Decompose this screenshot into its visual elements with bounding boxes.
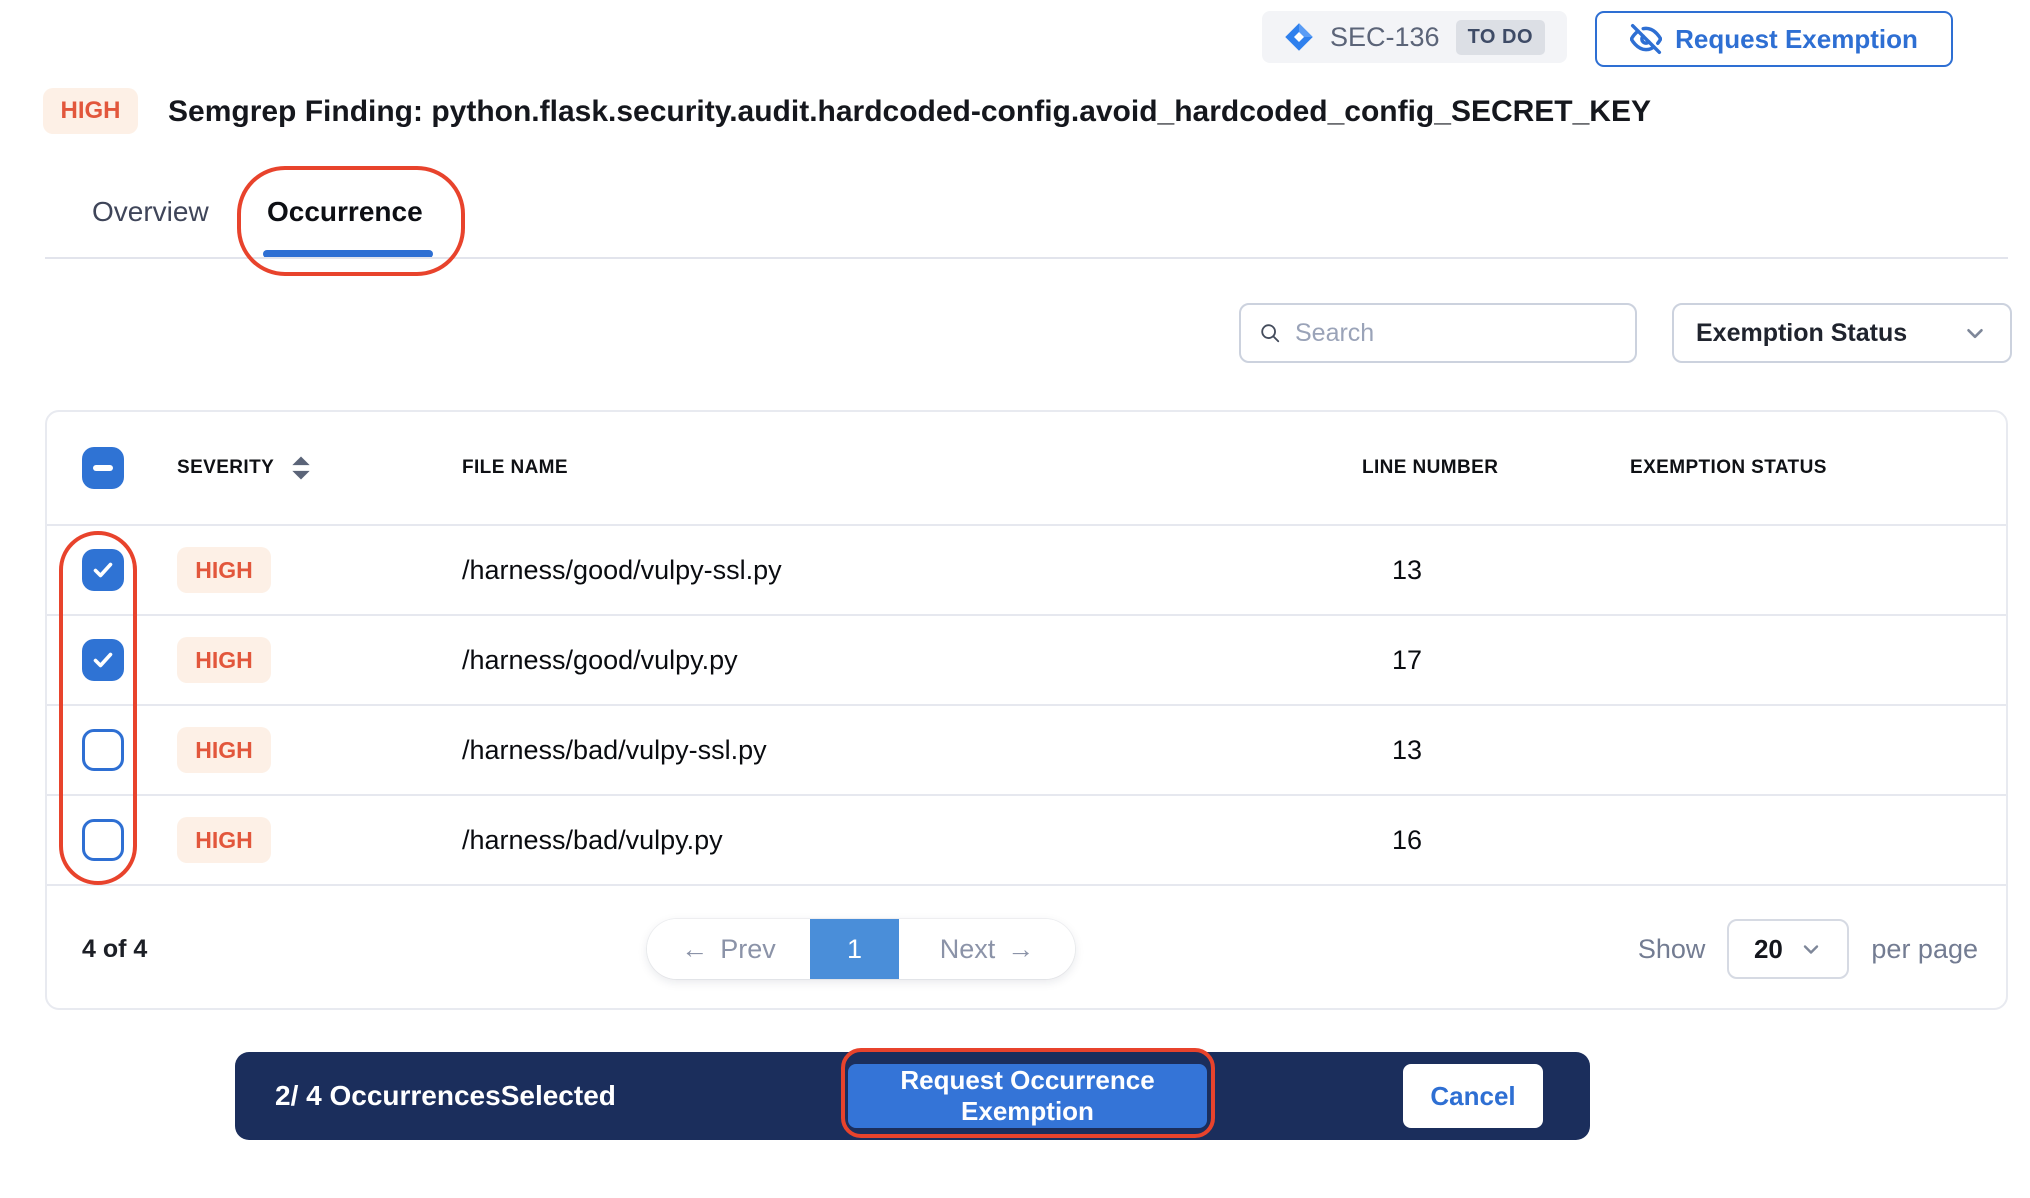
table-row: HIGH /harness/good/vulpy.py 17 xyxy=(47,614,2006,704)
table-header-row: SEVERITY FILE NAME LINE NUMBER EXEMPTION… xyxy=(47,412,2006,524)
selection-action-bar: 2/ 4 OccurrencesSelected Request Occurre… xyxy=(235,1052,1590,1140)
row-checkbox[interactable] xyxy=(82,549,124,591)
severity-badge: HIGH xyxy=(43,88,138,134)
request-exemption-label: Request Exemption xyxy=(1675,24,1918,55)
per-page-label: per page xyxy=(1871,934,1978,965)
jira-status-badge: TO DO xyxy=(1456,20,1545,55)
selection-count-label: 2/ 4 OccurrencesSelected xyxy=(275,1080,616,1112)
table-row: HIGH /harness/bad/vulpy-ssl.py 13 xyxy=(47,704,2006,794)
severity-badge: HIGH xyxy=(177,637,271,683)
exemption-status-filter-label: Exemption Status xyxy=(1696,319,1907,348)
column-header-file-name: FILE NAME xyxy=(462,457,568,478)
prev-label: Prev xyxy=(720,934,776,965)
tabs-divider xyxy=(45,257,2008,259)
eye-off-icon xyxy=(1630,23,1662,55)
line-number-cell: 16 xyxy=(1392,825,1422,855)
request-occurrence-exemption-button[interactable]: Request Occurrence Exemption xyxy=(848,1064,1207,1128)
next-label: Next xyxy=(940,934,996,965)
file-name-cell: /harness/bad/vulpy.py xyxy=(462,825,723,855)
line-number-cell: 13 xyxy=(1392,555,1422,585)
search-input-container[interactable] xyxy=(1239,303,1637,363)
next-page-button[interactable]: Next → xyxy=(899,919,1075,979)
tab-overview[interactable]: Overview xyxy=(92,196,209,228)
file-name-cell: /harness/bad/vulpy-ssl.py xyxy=(462,735,767,765)
line-number-cell: 17 xyxy=(1392,645,1422,675)
jira-ticket-badge[interactable]: SEC-136 TO DO xyxy=(1262,11,1567,63)
table-row: HIGH /harness/good/vulpy-ssl.py 13 xyxy=(47,524,2006,614)
chevron-down-icon xyxy=(1962,320,1988,346)
jira-icon xyxy=(1284,22,1314,52)
select-all-checkbox[interactable] xyxy=(82,447,124,489)
table-footer: 4 of 4 ← Prev 1 Next → Show 20 xyxy=(47,884,2006,1010)
current-page-button[interactable]: 1 xyxy=(810,919,899,979)
search-input[interactable] xyxy=(1295,319,1617,348)
column-header-severity[interactable]: SEVERITY xyxy=(177,457,274,479)
finding-details-page: SEC-136 TO DO Request Exemption HIGH Sem… xyxy=(0,0,2030,1198)
check-icon xyxy=(91,648,115,672)
severity-badge: HIGH xyxy=(177,727,271,773)
prev-page-button[interactable]: ← Prev xyxy=(647,919,810,979)
row-checkbox[interactable] xyxy=(82,819,124,861)
page-size-control: Show 20 per page xyxy=(1638,919,1978,979)
file-name-cell: /harness/good/vulpy.py xyxy=(462,645,738,675)
tab-occurrence[interactable]: Occurrence xyxy=(267,196,423,228)
chevron-down-icon xyxy=(1799,937,1823,961)
column-header-line-number: LINE NUMBER xyxy=(1362,457,1498,478)
row-count-label: 4 of 4 xyxy=(82,886,147,1012)
severity-badge: HIGH xyxy=(177,817,271,863)
exemption-status-filter[interactable]: Exemption Status xyxy=(1672,303,2012,363)
page-size-select[interactable]: 20 xyxy=(1727,919,1849,979)
row-checkbox[interactable] xyxy=(82,639,124,681)
indeterminate-minus-icon xyxy=(93,465,113,471)
column-header-exemption-status: EXEMPTION STATUS xyxy=(1630,457,1827,478)
sort-icon[interactable] xyxy=(290,455,312,481)
page-title: Semgrep Finding: python.flask.security.a… xyxy=(168,88,1651,134)
pagination: ← Prev 1 Next → xyxy=(647,919,1075,979)
line-number-cell: 13 xyxy=(1392,735,1422,765)
check-icon xyxy=(91,558,115,582)
occurrences-table: SEVERITY FILE NAME LINE NUMBER EXEMPTION… xyxy=(45,410,2008,1010)
cancel-button[interactable]: Cancel xyxy=(1403,1064,1543,1128)
page-size-value: 20 xyxy=(1754,934,1783,965)
severity-badge: HIGH xyxy=(177,547,271,593)
request-exemption-button[interactable]: Request Exemption xyxy=(1595,11,1953,67)
row-checkbox[interactable] xyxy=(82,729,124,771)
right-arrow-icon: → xyxy=(1007,934,1034,965)
file-name-cell: /harness/good/vulpy-ssl.py xyxy=(462,555,782,585)
table-row: HIGH /harness/bad/vulpy.py 16 xyxy=(47,794,2006,884)
search-icon xyxy=(1259,319,1281,347)
left-arrow-icon: ← xyxy=(681,934,708,965)
jira-ticket-key: SEC-136 xyxy=(1330,22,1440,53)
show-label: Show xyxy=(1638,934,1706,965)
